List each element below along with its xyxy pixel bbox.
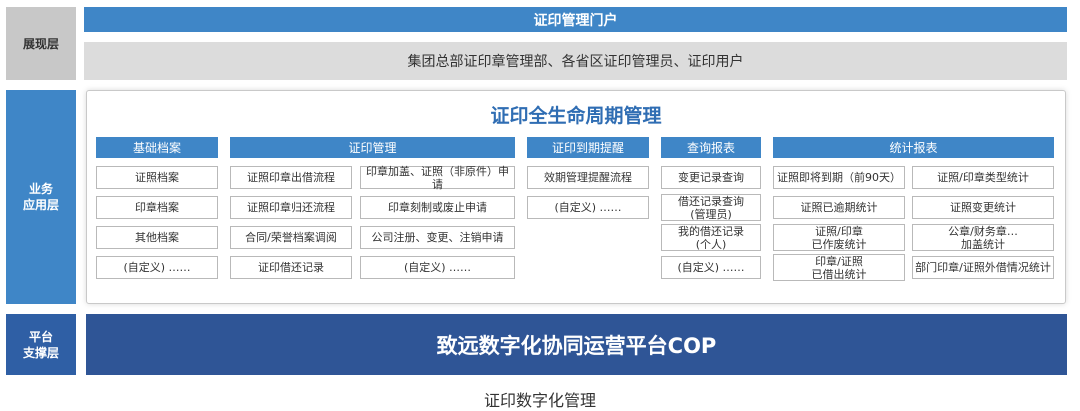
seal-management-item: 证照印章出借流程 xyxy=(230,166,352,189)
query-report-item: 借还记录查询 (管理员) xyxy=(661,194,761,221)
query-report-header: 查询报表 xyxy=(661,137,761,158)
query-report-item: (自定义) …… xyxy=(661,256,761,279)
users-bar: 集团总部证印章管理部、各省区证印管理员、证印用户 xyxy=(84,42,1067,80)
statistics-report-item: 证照/印章 已作废统计 xyxy=(773,224,905,251)
seal-management-item: 合同/荣誉档案调阅 xyxy=(230,226,352,249)
portal-bar: 证印管理门户 xyxy=(84,7,1067,32)
seal-management-item: 印章加盖、证照（非原件）申请 xyxy=(360,165,515,191)
basic-archive-item: 印章档案 xyxy=(96,196,218,219)
seal-management-item: 印章刻制或废止申请 xyxy=(360,196,515,219)
query-report-item: 我的借还记录 (个人) xyxy=(661,224,761,251)
statistics-report-item: 印章/证照 已借出统计 xyxy=(773,254,905,281)
statistics-report-item: 证照/印章类型统计 xyxy=(912,166,1054,189)
expiry-reminder-item: 效期管理提醒流程 xyxy=(527,166,649,189)
statistics-report-item: 证照已逾期统计 xyxy=(773,196,905,219)
basic-archive-item: 其他档案 xyxy=(96,226,218,249)
layer-label-business: 业务 应用层 xyxy=(6,90,76,304)
diagram-caption: 证印数字化管理 xyxy=(483,391,596,410)
seal-management-item: 公司注册、变更、注销申请 xyxy=(360,226,515,249)
seal-management-item: 证照印章归还流程 xyxy=(230,196,352,219)
seal-management-header: 证印管理 xyxy=(230,137,515,158)
query-report-item: 变更记录查询 xyxy=(661,166,761,189)
statistics-report-item: 证照变更统计 xyxy=(912,196,1054,219)
seal-management-item: 证印借还记录 xyxy=(230,256,352,279)
statistics-report-item: 证照即将到期（前90天） xyxy=(773,166,905,189)
statistics-report-item: 部门印章/证照外借情况统计 xyxy=(912,256,1054,279)
expiry-reminder-item: (自定义) …… xyxy=(527,196,649,219)
basic-archive-item: (自定义) …… xyxy=(96,256,218,279)
basic-archive-header: 基础档案 xyxy=(96,137,218,158)
layer-label-platform: 平台 支撑层 xyxy=(6,314,76,375)
expiry-reminder-header: 证印到期提醒 xyxy=(527,137,649,158)
platform-bar: 致远数字化协同运营平台COP xyxy=(86,314,1067,375)
basic-archive-item: 证照档案 xyxy=(96,166,218,189)
statistics-report-header: 统计报表 xyxy=(773,137,1054,158)
statistics-report-item: 公章/财务章… 加盖统计 xyxy=(912,224,1054,251)
seal-management-item: (自定义) …… xyxy=(360,256,515,279)
business-title: 证印全生命周期管理 xyxy=(490,104,662,127)
layer-label-presentation: 展现层 xyxy=(6,7,76,80)
